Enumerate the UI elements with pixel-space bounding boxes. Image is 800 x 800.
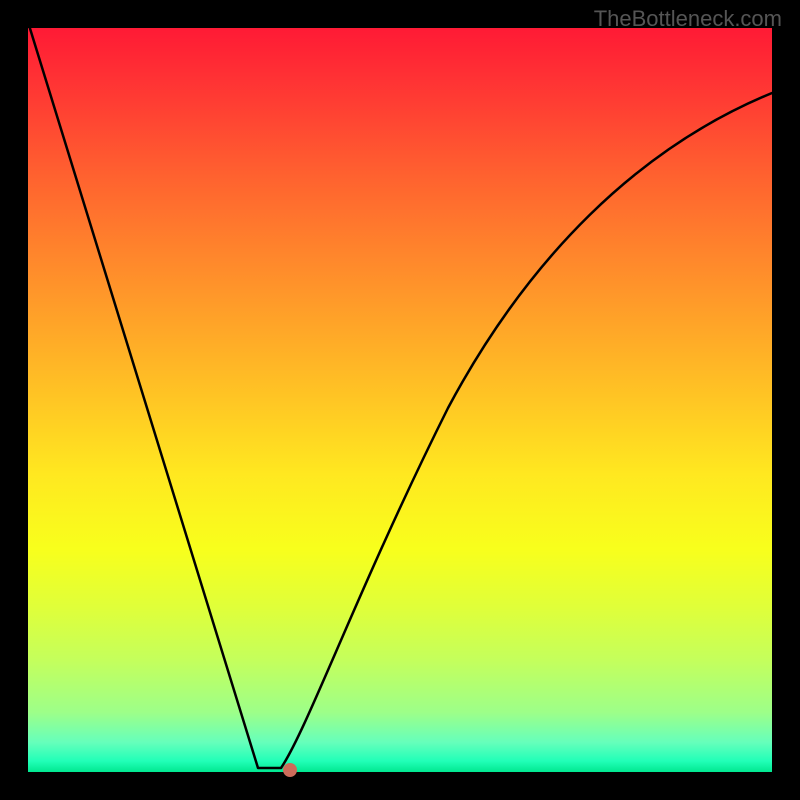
- curve-svg: [28, 28, 772, 772]
- optimum-marker: [283, 763, 297, 777]
- plot-area: [28, 28, 772, 772]
- watermark-text: TheBottleneck.com: [594, 6, 782, 32]
- bottleneck-curve-path: [28, 28, 772, 768]
